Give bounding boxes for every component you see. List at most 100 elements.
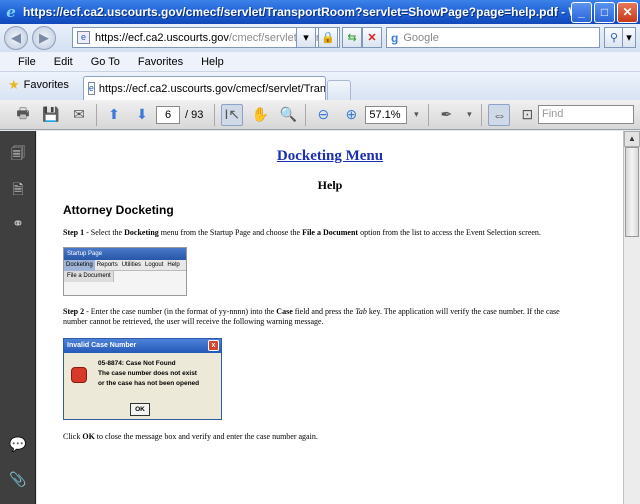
fit-width-button[interactable]: ⇔ [488,103,511,126]
previous-page-button[interactable]: ⬆ [103,104,125,126]
dialog-line: or the case has not been opened [98,380,200,387]
url-host: https://ecf.ca2.uscourts.gov [95,31,229,44]
browser-window: e https://ecf.ca2.uscourts.gov/cmecf/ser… [0,0,640,504]
search-button[interactable]: ⚲ [604,27,624,48]
minimize-button[interactable]: _ [571,1,592,23]
pdf-document-page: Docketing Menu Help Attorney Docketing S… [37,131,623,504]
page-total: / 93 [185,108,204,121]
marquee-zoom-button[interactable]: 🔍 [277,104,299,126]
page-icon: e [77,31,90,44]
refresh-icon: ⇆ [347,32,357,44]
address-dropdown-button[interactable]: ▾ [296,27,316,48]
final-bold: OK [82,432,95,441]
select-tool-button[interactable]: I↖ [221,103,244,126]
step2-bold: Case [276,307,293,316]
zoom-in-button[interactable]: ⊕ [340,104,362,126]
menu-file[interactable]: File [0,56,45,68]
chevron-down-icon: ▾ [626,32,632,44]
startup-menu-item: Utilities [121,262,142,268]
dialog-ok-button: OK [130,403,150,416]
document-subheading: Help [317,178,343,192]
page-number-input[interactable]: 6 [156,105,180,124]
section-heading: Attorney Docketing [63,203,174,217]
dialog-title-bar: Invalid Case Number x [64,339,221,353]
pdf-toolbar: 🖶 💾 ✉ ⬆ ⬇ 6 / 93 I↖ ✋ 🔍 ⊖ ⊕ 57.1% ▾ ✒ ▾ … [0,100,640,130]
comments-icon[interactable]: 💬 [9,436,27,454]
page-icon: e [87,82,95,95]
toolbar-separator [428,103,430,126]
dialog-line: 05-8874: Case Not Found [98,360,176,367]
menu-help[interactable]: Help [192,56,233,68]
startup-page-screenshot: Startup Page Docketing Reports Utilities Lo… [63,247,187,296]
menu-favorites[interactable]: Favorites [129,56,192,68]
printer-icon: 🖶 [16,104,30,121]
scroll-up-button[interactable]: ▲ [624,131,640,147]
startup-menu: Docketing Reports Utilities Logout Help [64,260,186,271]
google-icon: g [391,30,399,45]
paperclip-icon[interactable]: 📎 [9,471,27,489]
zoom-out-button[interactable]: ⊖ [312,104,334,126]
forward-arrow-icon: ▶ [39,30,49,45]
chevron-down-icon: ▾ [467,109,472,119]
stop-button[interactable]: ✕ [362,27,382,48]
stop-x-icon: ✕ [367,32,377,44]
scroll-thumb[interactable] [625,147,639,237]
fit-page-button[interactable]: ⊡ [516,104,538,126]
envelope-icon: ✉ [73,106,85,122]
startup-menu-item: Reports [96,262,118,268]
hand-tool-button[interactable]: ✋ [249,104,271,126]
hand-icon: ✋ [251,106,270,122]
close-button[interactable]: ✕ [617,1,638,23]
step1-text: menu from the Startup Page and choose th… [158,228,303,237]
chevron-down-icon: ▾ [414,109,419,119]
favorites-button[interactable]: ★ Favorites [0,73,77,97]
dialog-message: 05-8874: Case Not Found The case number … [98,359,199,389]
back-button[interactable]: ◀ [4,26,28,50]
next-page-button[interactable]: ⬇ [131,104,153,126]
new-tab-button[interactable] [326,80,351,100]
step2-text: - Enter the case number (in the format o… [84,307,277,316]
menu-edit[interactable]: Edit [45,56,82,68]
pages-panel-icon[interactable]: 🗐 [9,143,27,161]
chevron-down-icon: ▾ [303,32,309,44]
save-button[interactable]: 💾 [40,104,62,126]
binoculars-icon[interactable]: ⚭ [9,215,27,233]
zoom-level-input[interactable]: 57.1% [365,105,408,124]
print-button[interactable]: 🖶 [12,104,34,126]
sign-dropdown-button[interactable]: ▾ [463,104,475,126]
startup-menu-item: Help [167,262,180,268]
back-arrow-icon: ◀ [11,30,21,45]
find-input[interactable]: Find [538,105,634,124]
security-lock-button[interactable]: 🔒 [318,27,338,48]
zoom-in-icon: ⊕ [345,106,358,122]
arrow-up-icon: ⬆ [108,106,120,122]
dialog-close-icon: x [208,340,219,351]
search-options-button[interactable]: ▾ [622,27,636,48]
pen-icon: ✒ [440,106,453,122]
text-cursor-icon: I↖ [224,106,241,122]
email-button[interactable]: ✉ [68,104,90,126]
attachments-pages-icon[interactable]: 🗎 [9,179,27,197]
toolbar-separator [96,103,97,126]
step1-text: - Select the [84,228,125,237]
step2-italic: Tab [355,307,367,316]
browser-tab[interactable]: e https://ecf.ca2.uscourts.gov/cmecf/ser… [82,76,326,100]
zoom-dropdown-button[interactable]: ▾ [410,104,422,126]
document-heading: Docketing Menu [276,148,384,164]
maximize-button[interactable]: □ [594,1,615,23]
menu-goto[interactable]: Go To [82,56,129,68]
forward-button[interactable]: ▶ [32,26,56,50]
fit-page-icon: ⊡ [521,106,534,122]
vertical-scrollbar[interactable]: ▲ [623,131,640,504]
toolbar-separator [481,103,483,126]
final-text: to close the message box and verify and … [94,432,318,441]
search-icon: ⚲ [609,32,619,44]
step1-bold: Docketing [124,228,159,237]
startup-title: Startup Page [64,248,186,260]
search-input[interactable]: g Google [386,27,600,48]
invalid-case-dialog-screenshot: Invalid Case Number x 05-8874: Case Not … [63,338,222,420]
zoom-out-icon: ⊖ [317,106,330,122]
sign-button[interactable]: ✒ [435,104,457,126]
disk-icon: 💾 [42,106,60,122]
refresh-button[interactable]: ⇆ [342,27,362,48]
